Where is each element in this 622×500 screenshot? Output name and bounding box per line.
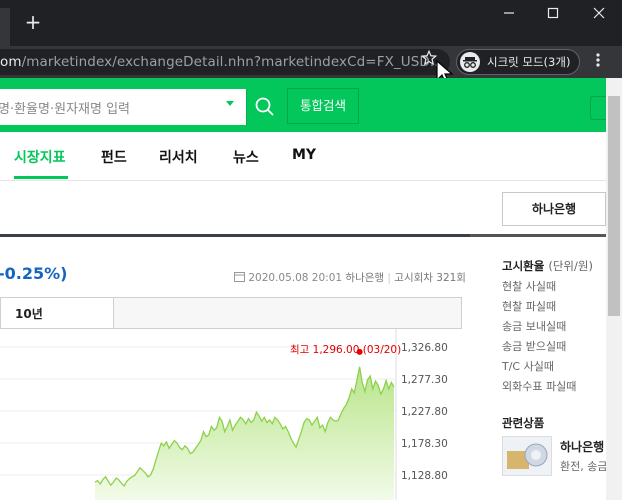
max-annotation: 최고 1,296.00 (03/20): [290, 344, 401, 356]
nav-item-news[interactable]: 뉴스: [233, 147, 259, 167]
page-content: 명·환율명·원자재명 입력 통합검색 시장지표 펀드 리서치 뉴스 MY 하나은…: [0, 78, 606, 500]
nav-active-underline: [14, 176, 68, 179]
link-cash-buy[interactable]: 현찰 사실때: [502, 278, 556, 294]
nav-item-fund[interactable]: 펀드: [101, 147, 127, 167]
related-product-desc: 환전, 송금: [560, 460, 606, 473]
incognito-badge[interactable]: 시크릿 모드(3개): [456, 49, 580, 75]
search-button[interactable]: [246, 89, 282, 125]
change-rate: -0.25%): [0, 264, 68, 283]
active-tab[interactable]: [0, 8, 10, 46]
address-bar[interactable]: om/marketindex/exchangeDetail.nhn?market…: [0, 49, 450, 75]
incognito-icon: [460, 52, 480, 72]
url-host: om: [0, 54, 22, 70]
notice-rate-unit: (단위/원): [548, 259, 593, 273]
section-divider-dark: [0, 234, 470, 237]
bank-select-button[interactable]: 하나은행: [502, 192, 606, 226]
scrollbar-thumb[interactable]: [608, 96, 620, 316]
related-product-name[interactable]: 하나은행: [560, 438, 604, 455]
y-tick-label: 1,277.30: [401, 374, 448, 386]
period-tabs: 10년: [0, 297, 462, 329]
period-tab-10y[interactable]: 10년: [1, 298, 114, 328]
search-header: 명·환율명·원자재명 입력 통합검색: [0, 78, 606, 132]
chart-svg: 1,326.80 1,277.30 1,227.80 1,178.30 1,128.80…: [0, 329, 448, 500]
nav-item-research[interactable]: 리서치: [159, 147, 198, 167]
quote-meta: 2020.05.08 20:01 하나은행 | 고시회차 321회: [234, 270, 466, 285]
quote-notice-round: 고시회차 321회: [394, 272, 466, 284]
nav-item-my[interactable]: MY: [292, 147, 316, 163]
search-placeholder: 명·환율명·원자재명 입력: [0, 102, 130, 117]
y-tick-label: 1,227.80: [401, 406, 448, 418]
main-nav: 시장지표 펀드 리서치 뉴스 MY: [0, 132, 606, 181]
new-tab-button[interactable]: +: [22, 11, 44, 33]
quote-datetime: 2020.05.08 20:01: [248, 272, 343, 284]
y-tick-label: 1,178.30: [401, 438, 448, 450]
browser-titlebar: +: [0, 0, 622, 46]
related-products-title: 관련상품: [502, 416, 545, 430]
notice-rate-title: 고시환율 (단위/원): [502, 258, 593, 274]
search-icon: [255, 97, 274, 116]
more-menu-icon[interactable]: [596, 52, 600, 73]
y-tick-label: 1,326.80: [401, 342, 448, 354]
link-remit-receive[interactable]: 송금 받으실때: [502, 338, 566, 354]
header-corner-button[interactable]: [590, 96, 606, 120]
calendar-icon: [234, 272, 245, 282]
nav-item-market[interactable]: 시장지표: [14, 147, 66, 167]
maximize-icon[interactable]: [538, 4, 568, 26]
chart-area: [95, 366, 394, 500]
minimize-icon[interactable]: [494, 4, 524, 26]
related-product-thumbnail[interactable]: [502, 436, 552, 476]
link-tc-buy[interactable]: T/C 사실때: [502, 358, 554, 374]
integrated-search-button[interactable]: 통합검색: [287, 88, 359, 124]
link-remit-send[interactable]: 송금 보내실때: [502, 318, 566, 334]
y-tick-label: 1,128.80: [401, 470, 448, 482]
incognito-label: 시크릿 모드(3개): [487, 55, 571, 69]
search-input[interactable]: 명·환율명·원자재명 입력: [0, 89, 246, 125]
browser-toolbar: om/marketindex/exchangeDetail.nhn?market…: [0, 46, 622, 78]
period-label: 10년: [15, 307, 43, 321]
url-path: /marketindex/exchangeDetail.nhn?marketin…: [21, 54, 444, 70]
autocomplete-toggle-icon[interactable]: [226, 101, 234, 106]
quote-bank: 하나은행: [345, 272, 385, 284]
link-check-sell[interactable]: 외화수표 파실때: [502, 378, 576, 394]
exchange-chart: 1,326.80 1,277.30 1,227.80 1,178.30 1,128.80…: [0, 329, 470, 500]
url-text[interactable]: om/marketindex/exchangeDetail.nhn?market…: [0, 54, 443, 70]
notice-rate-label: 고시환율: [502, 259, 545, 273]
link-cash-sell[interactable]: 현찰 파실때: [502, 298, 556, 314]
close-icon[interactable]: [584, 4, 614, 26]
